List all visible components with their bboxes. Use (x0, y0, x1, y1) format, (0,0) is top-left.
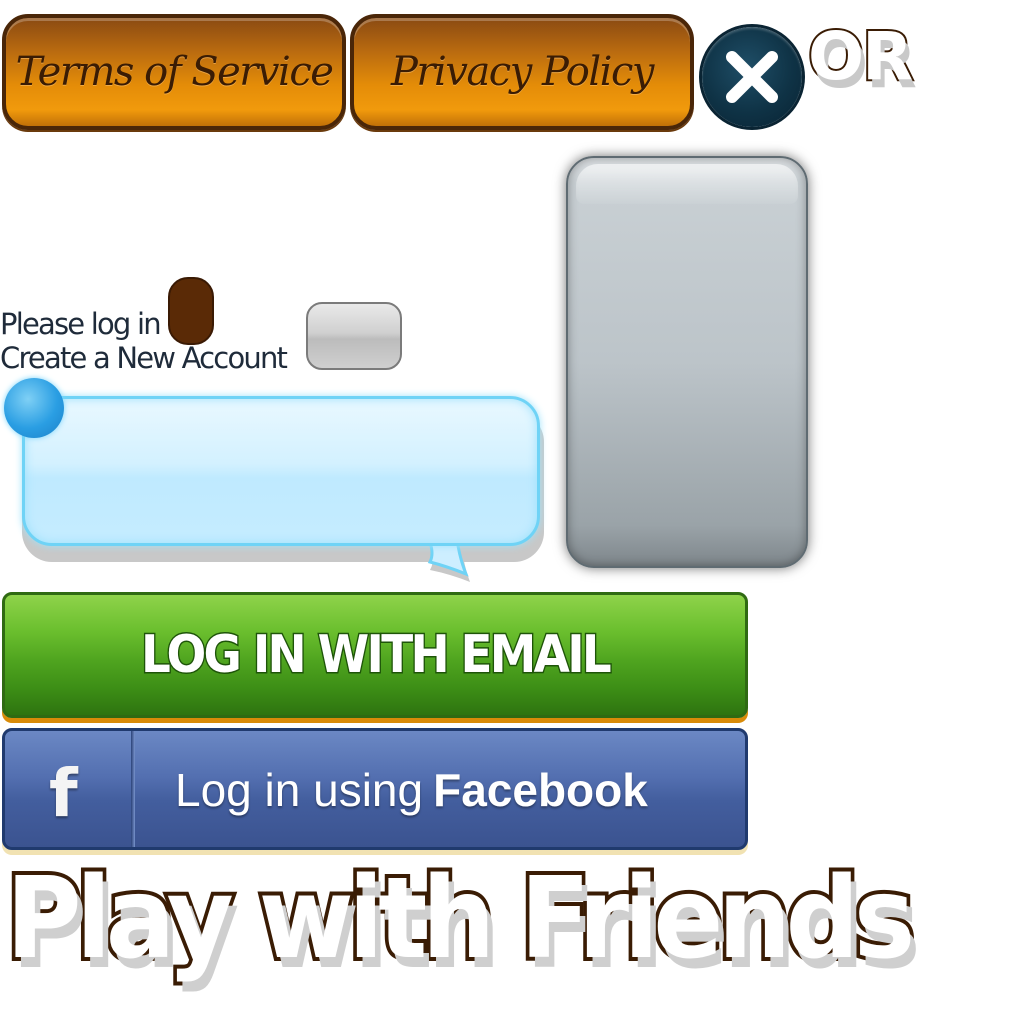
or-label: OR (806, 18, 915, 95)
close-button[interactable] (702, 27, 802, 127)
bubble-dot (4, 378, 64, 438)
close-icon (726, 51, 778, 103)
log-in-with-email-label: LOG IN WITH EMAIL (140, 624, 613, 687)
brown-toggle[interactable] (168, 277, 214, 345)
panel-gloss (576, 164, 798, 204)
speech-bubble-input[interactable] (22, 396, 540, 546)
grey-panel (566, 156, 808, 568)
facebook-icon: f (49, 755, 78, 832)
log-in-with-email-button[interactable]: LOG IN WITH EMAIL (2, 592, 748, 718)
play-with-friends-title: Play with Friends (2, 853, 919, 984)
facebook-divider (131, 731, 135, 847)
privacy-policy-button[interactable]: Privacy Policy (350, 14, 694, 130)
facebook-brand-label: Facebook (433, 764, 648, 816)
facebook-login-prefix: Log in using (175, 764, 424, 816)
terms-of-service-label: Terms of Service (15, 49, 334, 95)
grey-small-button[interactable] (306, 302, 402, 370)
facebook-login-button[interactable]: f Log in using Facebook (2, 728, 748, 850)
create-account-link[interactable]: Create a New Account (0, 344, 288, 373)
please-log-in-label: Please log in (0, 307, 162, 341)
facebook-login-label: Log in using Facebook (175, 765, 648, 816)
privacy-policy-label: Privacy Policy (391, 49, 654, 95)
terms-of-service-button[interactable]: Terms of Service (2, 14, 346, 130)
